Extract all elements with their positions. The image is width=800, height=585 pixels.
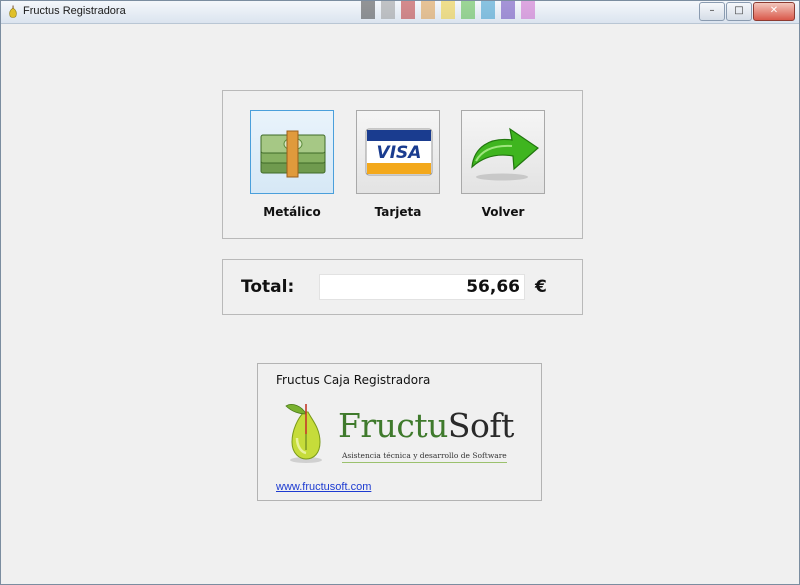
cash-label: Metálico (263, 205, 321, 219)
background-swatches (361, 1, 535, 23)
visa-brand-text: VISA (377, 143, 422, 163)
brand-fructu: Fructu (338, 406, 448, 445)
title-bar[interactable]: Fructus Registradora – □ ✕ (1, 1, 799, 24)
brand-tagline: Asistencia técnica y desarrollo de Softw… (342, 451, 507, 463)
about-title: Fructus Caja Registradora (276, 373, 431, 387)
about-panel: Fructus Caja Registradora FructuSoft Asi… (257, 363, 542, 501)
cash-button[interactable] (250, 110, 334, 194)
card-label: Tarjeta (374, 205, 422, 219)
fructusoft-pear-icon (285, 404, 322, 463)
total-label: Total: (241, 277, 295, 297)
payment-method-group: VISA Metálico Tarjeta Volver (222, 90, 583, 239)
app-window: Fructus Registradora – □ ✕ VISA Metálico… (0, 0, 800, 585)
back-label: Volver (481, 205, 525, 219)
minimize-button[interactable]: – (699, 2, 725, 21)
close-button[interactable]: ✕ (753, 2, 795, 21)
brand-soft: Soft (447, 406, 514, 445)
fructusoft-logo-text: FructuSoft (338, 406, 514, 445)
app-pear-icon (9, 5, 17, 18)
total-amount-field: 56,66 (319, 274, 525, 300)
website-link[interactable]: www.fructusoft.com (276, 481, 371, 493)
window-title: Fructus Registradora (23, 5, 126, 17)
cash-icon (260, 130, 326, 178)
window-controls: – □ ✕ (698, 2, 795, 21)
visa-card-icon: VISA (365, 128, 433, 176)
card-button[interactable]: VISA (356, 110, 440, 194)
return-arrow-icon (471, 127, 539, 181)
maximize-button[interactable]: □ (726, 2, 752, 21)
total-group: Total: 56,66 € (222, 259, 583, 315)
back-button[interactable] (461, 110, 545, 194)
currency-symbol: € (535, 277, 547, 297)
